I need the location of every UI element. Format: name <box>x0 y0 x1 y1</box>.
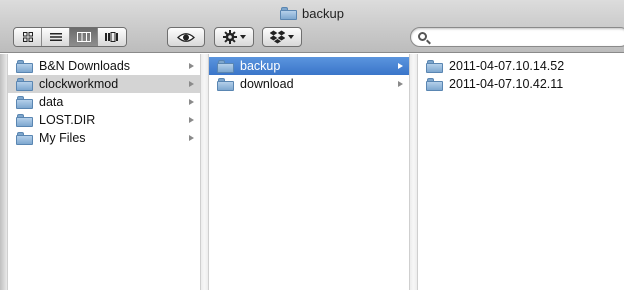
folder-row[interactable]: LOST.DIR <box>8 111 200 129</box>
toolbar: backup <box>0 0 624 53</box>
folder-label: B&N Downloads <box>39 59 131 73</box>
list-view-button[interactable] <box>42 28 70 46</box>
chevron-down-icon <box>239 35 246 39</box>
folder-label: download <box>240 77 294 91</box>
disclosure-arrow-icon <box>398 81 403 87</box>
folder-row[interactable]: download <box>209 75 409 93</box>
folder-icon <box>16 113 33 127</box>
folder-label: 2011-04-07.10.14.52 <box>449 59 565 73</box>
column-browser: B&N Downloads clockworkmod data LOST.DIR… <box>0 54 624 290</box>
window-title: backup <box>302 5 344 21</box>
folder-icon <box>217 59 234 73</box>
folder-row[interactable]: B&N Downloads <box>8 57 200 75</box>
disclosure-arrow-icon <box>189 63 194 69</box>
disclosure-arrow-icon <box>398 63 403 69</box>
folder-label: 2011-04-07.10.42.11 <box>449 77 564 91</box>
disclosure-arrow-icon <box>189 117 194 123</box>
coverflow-icon <box>105 32 118 42</box>
gear-icon <box>222 30 237 44</box>
folder-icon <box>16 77 33 91</box>
folder-row[interactable]: clockworkmod <box>8 75 200 93</box>
view-mode-selector <box>13 27 127 47</box>
icon-view-button[interactable] <box>14 28 42 46</box>
folder-row[interactable]: My Files <box>8 129 200 147</box>
folder-row[interactable]: backup <box>209 57 409 75</box>
folder-icon <box>16 131 33 145</box>
column-resize-handle[interactable] <box>200 54 209 290</box>
column-1: B&N Downloads clockworkmod data LOST.DIR… <box>8 54 200 290</box>
column-3: 2011-04-07.10.14.52 2011-04-07.10.42.11 <box>418 54 624 290</box>
eye-icon <box>177 32 195 42</box>
disclosure-arrow-icon <box>189 99 194 105</box>
folder-label: clockworkmod <box>39 77 119 91</box>
folder-row[interactable]: 2011-04-07.10.14.52 <box>418 57 624 75</box>
folder-label: backup <box>240 59 281 73</box>
folder-icon <box>426 59 443 73</box>
search-input[interactable] <box>433 30 623 44</box>
dropbox-menu-button[interactable] <box>262 27 302 47</box>
folder-row[interactable]: 2011-04-07.10.42.11 <box>418 75 624 93</box>
folder-icon <box>426 77 443 91</box>
list-icon <box>49 33 62 41</box>
columns-icon <box>76 32 91 42</box>
search-field[interactable] <box>410 27 624 47</box>
action-menu-button[interactable] <box>214 27 254 47</box>
column-resize-handle[interactable] <box>409 54 418 290</box>
folder-label: My Files <box>39 131 86 145</box>
folder-icon <box>16 59 33 73</box>
column-2: backup download <box>209 54 409 290</box>
chevron-down-icon <box>288 35 294 39</box>
column-view-button[interactable] <box>70 28 98 46</box>
folder-icon <box>16 95 33 109</box>
folder-icon <box>217 77 234 91</box>
quick-look-button[interactable] <box>167 27 205 47</box>
disclosure-arrow-icon <box>189 81 194 87</box>
folder-icon <box>280 6 298 20</box>
coverflow-view-button[interactable] <box>98 28 126 46</box>
window-title-bar: backup <box>0 4 624 22</box>
dropbox-icon <box>270 30 285 44</box>
folder-row[interactable]: data <box>8 93 200 111</box>
search-icon <box>418 32 427 41</box>
grid-icon <box>22 32 33 42</box>
folder-label: LOST.DIR <box>39 113 96 127</box>
disclosure-arrow-icon <box>189 135 194 141</box>
folder-label: data <box>39 95 64 109</box>
